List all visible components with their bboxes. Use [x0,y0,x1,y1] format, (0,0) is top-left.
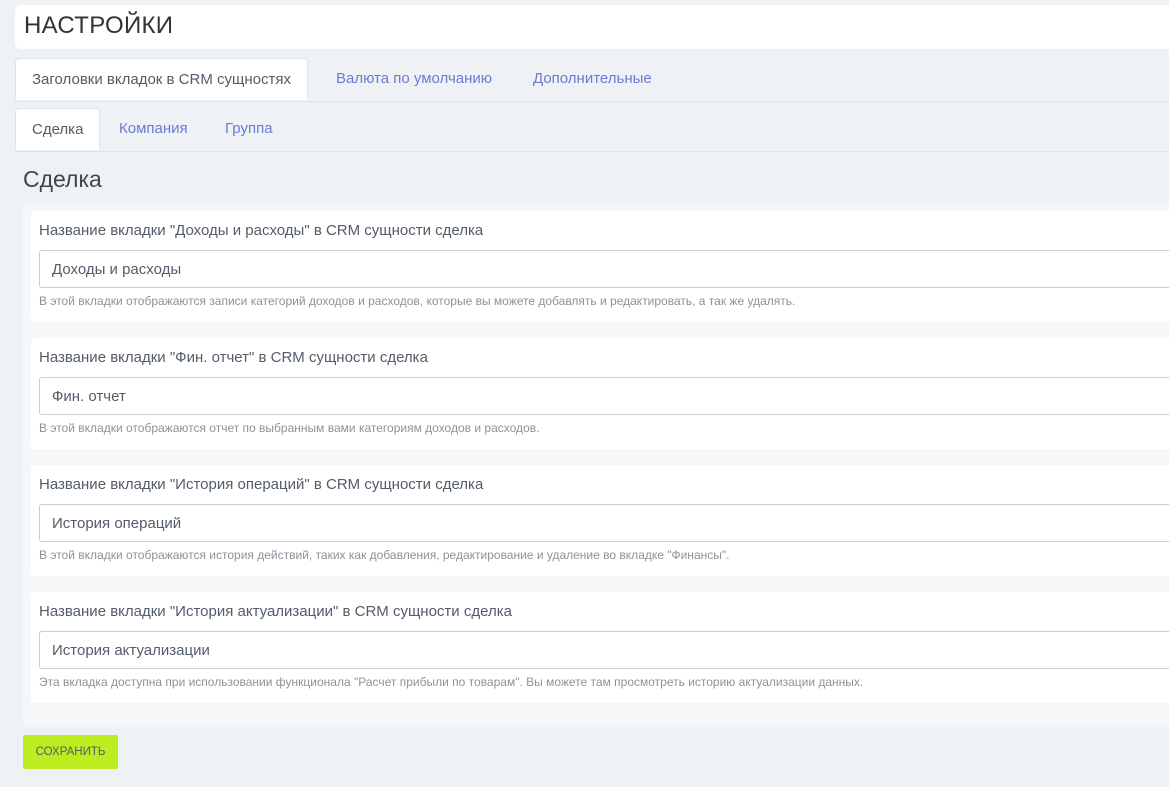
entity-tabs: Сделка Компания Группа [15,108,1169,152]
field-hint: В этой вкладки отображаются отчет по выб… [39,421,540,435]
settings-tabs: Заголовки вкладок в CRM сущностях Валюта… [15,58,1169,102]
tab-group[interactable]: Группа [225,108,273,150]
section-title: Сделка [23,166,102,192]
field-card-income-expenses: Название вкладки "Доходы и расходы" в CR… [31,211,1169,322]
income-expenses-tab-title-input[interactable] [39,250,1169,288]
field-label: Название вкладки "Доходы и расходы" в CR… [39,222,484,239]
tab-additional[interactable]: Дополнительные [533,58,652,100]
tab-company[interactable]: Компания [119,108,188,150]
tab-deal[interactable]: Сделка [15,108,101,150]
field-label: Название вкладки "Фин. отчет" в CRM сущн… [39,349,428,366]
field-card-fin-report: Название вкладки "Фин. отчет" в CRM сущн… [31,338,1169,449]
field-label: Название вкладки "История операций" в CR… [39,476,484,493]
actualization-history-tab-title-input[interactable] [39,631,1169,669]
field-hint: Эта вкладка доступна при использовании ф… [39,675,864,689]
field-card-operations-history: Название вкладки "История операций" в CR… [31,465,1169,576]
field-card-actualization-history: Название вкладки "История актуализации" … [31,592,1169,703]
field-label: Название вкладки "История актуализации" … [39,603,512,620]
page-header: НАСТРОЙКИ [15,5,1169,49]
save-button[interactable]: СОХРАНИТЬ [23,735,118,769]
fields-panel: Название вкладки "Доходы и расходы" в CR… [23,203,1169,727]
page-title: НАСТРОЙКИ [24,12,174,39]
tab-crm-tab-titles[interactable]: Заголовки вкладок в CRM сущностях [15,58,308,100]
fin-report-tab-title-input[interactable] [39,377,1169,415]
operations-history-tab-title-input[interactable] [39,504,1169,542]
field-hint: В этой вкладки отображаются история дейс… [39,548,730,562]
tab-default-currency[interactable]: Валюта по умолчанию [336,58,492,100]
field-hint: В этой вкладки отображаются записи катег… [39,294,796,308]
